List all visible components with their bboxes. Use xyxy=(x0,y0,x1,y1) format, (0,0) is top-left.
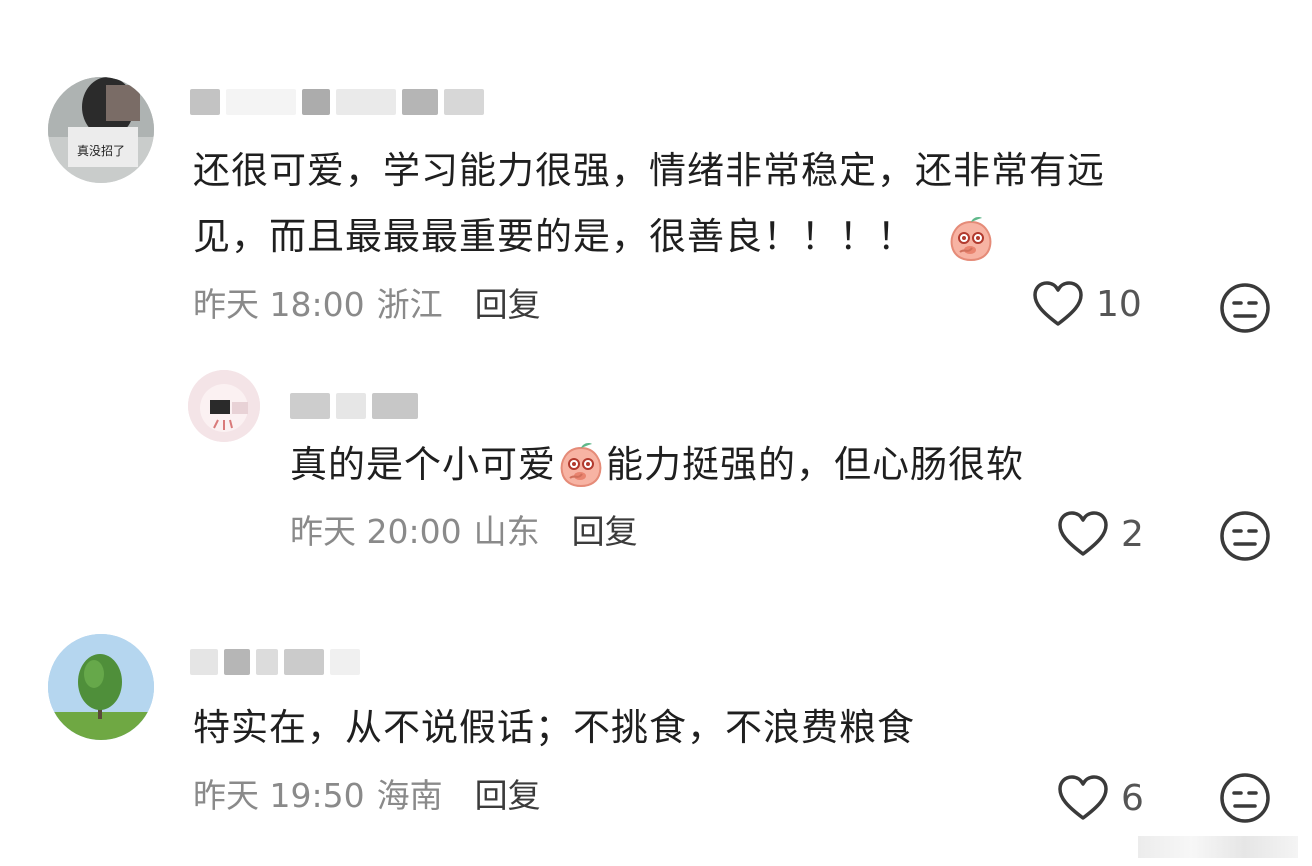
avatar-caption: 真没招了 xyxy=(77,143,125,158)
comment-text-line-with-emoji: 见，而且最最最重要的是，很善良！！！！ xyxy=(193,204,1105,270)
reply-button[interactable]: 回复 xyxy=(475,285,541,325)
comment-text: 还很可爱，学习能力很强，情绪非常稳定，还非常有远 见，而且最最最重要的是，很善良… xyxy=(193,138,1105,270)
like-count: 6 xyxy=(1121,777,1144,819)
meh-face-icon[interactable] xyxy=(1219,510,1271,562)
comment-text: 真的是个小可爱 能力挺强的，但心肠很软 xyxy=(290,432,1024,498)
like-button[interactable]: 2 xyxy=(1057,510,1144,558)
comment-time: 昨天 19:50 xyxy=(193,776,365,815)
heart-outline-icon xyxy=(1058,775,1108,820)
comment-meta: 昨天 18:00 浙江 回复 xyxy=(193,285,541,325)
comment-text-line: 特实在，从不说假话；不挑食，不浪费粮食 xyxy=(193,706,915,749)
comment-text-line: 还很可爱，学习能力很强，情绪非常稳定，还非常有远 xyxy=(193,149,1105,192)
meh-face-icon[interactable] xyxy=(1219,282,1271,334)
avatar-photo xyxy=(188,370,260,442)
avatar[interactable] xyxy=(188,370,260,442)
comment-text-part: 真的是个小可爱 xyxy=(290,443,556,486)
like-button[interactable]: 6 xyxy=(1057,774,1144,822)
comment-location: 浙江 xyxy=(376,285,443,324)
comment-list: 真没招了 还很可爱，学习能力很强，情绪非常稳定，还非常有远 见，而且最最最重要的… xyxy=(0,0,1312,866)
comment-location: 山东 xyxy=(473,512,540,551)
comment-text: 特实在，从不说假话；不挑食，不浪费粮食 xyxy=(193,695,915,761)
avatar[interactable] xyxy=(48,634,154,740)
username-redacted[interactable] xyxy=(290,388,424,424)
watermark-redacted xyxy=(1138,836,1298,858)
avatar-photo: 真没招了 xyxy=(48,77,154,183)
like-count: 10 xyxy=(1096,283,1142,325)
reply-button[interactable]: 回复 xyxy=(475,776,541,816)
like-button[interactable]: 10 xyxy=(1032,280,1142,328)
heart-outline-icon xyxy=(1033,281,1083,326)
comment-text-part: 能力挺强的，但心肠很软 xyxy=(606,443,1024,486)
meh-face-icon[interactable] xyxy=(1219,772,1271,824)
comment-text-line: 见，而且最最最重要的是，很善良！！！！ xyxy=(193,215,915,258)
blushing-peach-emoji xyxy=(560,443,602,488)
heart-outline-icon xyxy=(1058,511,1108,556)
comment-time: 昨天 20:00 xyxy=(290,512,462,551)
comment-meta: 昨天 20:00 山东 回复 xyxy=(290,512,638,552)
comment-location: 海南 xyxy=(376,776,443,815)
like-count: 2 xyxy=(1121,513,1144,555)
blushing-peach-emoji xyxy=(950,216,992,261)
avatar[interactable]: 真没招了 xyxy=(48,77,154,183)
username-redacted[interactable] xyxy=(190,84,490,120)
comment-time: 昨天 18:00 xyxy=(193,285,365,324)
username-redacted[interactable] xyxy=(190,644,366,680)
reply-button[interactable]: 回复 xyxy=(572,512,638,552)
comment-meta: 昨天 19:50 海南 回复 xyxy=(193,776,541,816)
avatar-photo xyxy=(48,634,154,740)
